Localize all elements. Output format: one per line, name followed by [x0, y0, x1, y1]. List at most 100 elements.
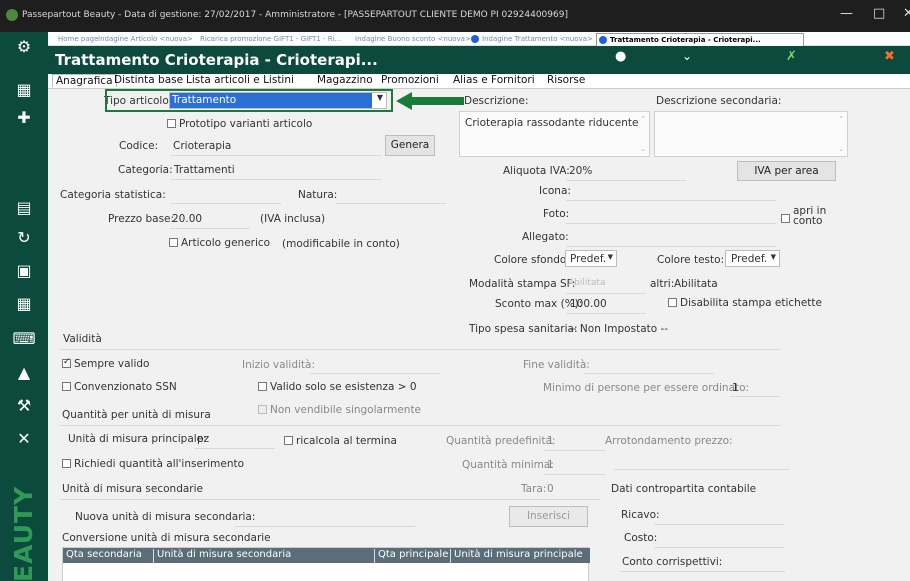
descrizione-secondaria-label: Descrizione secondaria: [656, 95, 782, 107]
ricalcola-checkbox[interactable]: ricalcola al termina [284, 435, 397, 447]
apri-in-conto-checkbox[interactable]: apri in conto [781, 206, 837, 226]
sconto-underline [566, 313, 646, 314]
scroll-down-icon[interactable]: ⌄ [838, 145, 844, 153]
genera-button[interactable]: Genera [385, 135, 435, 156]
prezzo-base-underline [170, 228, 250, 229]
quantita-heading: Quantità per unità di misura [62, 409, 211, 421]
refresh-icon[interactable]: ↻ [0, 228, 48, 247]
column-unita-principale[interactable]: Unità di misura principale [450, 549, 583, 563]
sempre-valido-checkbox[interactable]: Sempre valido [62, 357, 149, 370]
aliquota-iva-label: Aliquota IVA: [503, 165, 570, 177]
quantita-predefinita-field[interactable]: 1 [547, 435, 554, 447]
scroll-up-icon[interactable]: ⌃ [640, 115, 646, 123]
excel-icon[interactable]: ▣ [0, 261, 48, 280]
descrizione-secondaria-textarea[interactable]: ⌃ ⌄ [654, 111, 848, 157]
categoria-statistica-field[interactable] [171, 203, 281, 204]
close-window-button[interactable]: ✕ [903, 6, 910, 21]
calculator-icon[interactable]: ▦ [0, 294, 48, 313]
aliquota-iva-field[interactable]: 20% [569, 165, 592, 177]
doc-tab-indagine-articolo[interactable]: Indagine Articolo <nuova> [98, 35, 193, 43]
unita-principale-field[interactable]: pz [197, 433, 209, 445]
maximize-button[interactable]: □ [873, 6, 885, 21]
tipo-articolo-select[interactable]: Trattamento ▼ [169, 92, 387, 109]
conversione-table[interactable]: Qta secondaria Unità di misura secondari… [62, 547, 590, 581]
tab-lista-articoli[interactable]: Lista articoli e Listini [186, 74, 294, 86]
nuova-unita-field[interactable] [235, 526, 415, 527]
save-icon[interactable]: ▤ [0, 198, 48, 217]
doc-tab-indagine-buono[interactable]: Indagine Buono sconto <nuova> [355, 35, 471, 43]
wrench-icon[interactable]: ⚒ [0, 396, 48, 415]
scroll-up-icon[interactable]: ⌃ [838, 115, 844, 123]
fine-validita-field[interactable] [584, 373, 714, 374]
dropdown-arrow-icon[interactable]: ▼ [377, 93, 383, 102]
arrotondamento-field[interactable] [614, 469, 789, 470]
chevron-down-icon[interactable]: ⌄ [682, 49, 692, 63]
colore-sfondo-select[interactable]: Predef. ▼ [565, 250, 617, 267]
scroll-down-icon[interactable]: ⌄ [640, 145, 646, 153]
sconto-max-field[interactable]: 100.00 [570, 298, 607, 310]
convenzionato-checkbox[interactable]: Convenzionato SSN [62, 381, 177, 393]
dropdown-arrow-icon[interactable]: ▼ [771, 253, 776, 261]
natura-label: Natura: [298, 189, 338, 201]
tab-alias-fornitori[interactable]: Alias e Fornitori [453, 74, 535, 86]
articolo-generico-checkbox[interactable]: Articolo generico [169, 237, 270, 249]
colore-testo-select[interactable]: Predef. ▼ [725, 250, 780, 267]
aliquota-underline [566, 180, 686, 181]
tab-risorse[interactable]: Risorse [547, 74, 585, 86]
doc-tab-ricarica[interactable]: Ricarica promozione GIFT1 - GIFT1 - Ri..… [200, 35, 341, 43]
inizio-validita-field[interactable] [310, 373, 440, 374]
quantita-minima-field[interactable]: 1 [547, 459, 554, 471]
disabilita-stampa-checkbox[interactable]: Disabilita stampa etichette [668, 297, 822, 309]
column-qta-secondaria[interactable]: Qta secondaria [63, 549, 142, 563]
column-qta-principale[interactable]: Qta principale [374, 549, 448, 563]
record-header: Trattamento Crioterapia - Crioterapi... … [48, 46, 910, 74]
iva-per-area-button[interactable]: IVA per area [737, 161, 836, 181]
tab-distinta-base[interactable]: Distinta base [114, 74, 183, 86]
categoria-field[interactable]: Trattamenti [174, 164, 235, 176]
costo-field[interactable] [654, 547, 784, 548]
tab-promozioni[interactable]: Promozioni [381, 74, 439, 86]
dropdown-arrow-icon[interactable]: ▼ [608, 253, 613, 261]
tab-anagrafica[interactable]: Anagrafica [52, 74, 117, 87]
gear-icon[interactable]: ⚙ [0, 37, 48, 56]
column-unita-secondaria[interactable]: Unità di misura secondaria [153, 549, 291, 563]
unita-secondarie-heading: Unità di misura secondarie [62, 483, 204, 495]
close-record-icon[interactable]: ✖ [884, 49, 895, 64]
keyboard-icon[interactable]: ⌨ [0, 329, 48, 348]
minimo-persone-field[interactable]: 1 [732, 382, 739, 394]
colore-sfondo-label: Colore sfondo: [494, 254, 570, 266]
print-icon[interactable]: ▦ [0, 80, 48, 99]
modalita-stampa-field[interactable]: Abilitata [568, 278, 605, 288]
tara-field[interactable]: 0 [547, 483, 554, 495]
altri-field[interactable]: Abilitata [674, 278, 718, 290]
codice-field[interactable]: Crioterapia [173, 140, 231, 152]
descrizione-textarea[interactable]: Crioterapia rassodante riducente ⌃ ⌄ [459, 111, 650, 157]
circle-icon[interactable]: ● [615, 49, 626, 64]
ricavo-field[interactable] [654, 524, 784, 525]
foto-field[interactable] [566, 223, 776, 224]
icona-field[interactable] [566, 200, 776, 201]
excel-export-icon[interactable]: ✗ [786, 49, 797, 64]
allegato-field[interactable] [566, 246, 776, 247]
prezzo-base-field[interactable]: 20.00 [172, 213, 202, 225]
richiedi-checkbox[interactable]: Richiedi quantità all'inserimento [62, 458, 244, 470]
doc-tab-home[interactable]: Home page [58, 35, 98, 43]
prototipo-checkbox[interactable]: Prototipo varianti articolo [167, 118, 312, 130]
modalita-underline [566, 293, 646, 294]
doc-tab-active[interactable]: Trattamento Crioterapia - Crioterapi... [596, 33, 804, 46]
conto-corrispettivi-field[interactable] [620, 571, 785, 572]
doc-tab-indagine-trattamento[interactable]: Indagine Trattamento <nuova> [482, 35, 593, 43]
lock-icon[interactable]: ▲ [0, 363, 48, 382]
non-vendibile-checkbox[interactable]: Non vendibile singolarmente [258, 404, 421, 416]
tipo-spesa-field[interactable]: -- Non Impostato -- [569, 323, 668, 335]
inserisci-button[interactable]: Inserisci [509, 506, 588, 527]
codice-label: Codice: [119, 140, 159, 152]
valido-esistenza-checkbox[interactable]: Valido solo se esistenza > 0 [258, 381, 417, 393]
icona-label: Icona: [539, 185, 571, 197]
natura-field[interactable] [336, 203, 446, 204]
minimize-button[interactable]: — [840, 6, 853, 21]
tab-magazzino[interactable]: Magazzino [317, 74, 373, 86]
close-icon[interactable]: ✕ [0, 429, 48, 448]
grid-plus-icon[interactable]: ✚ [0, 108, 48, 127]
categoria-underline [171, 179, 381, 180]
